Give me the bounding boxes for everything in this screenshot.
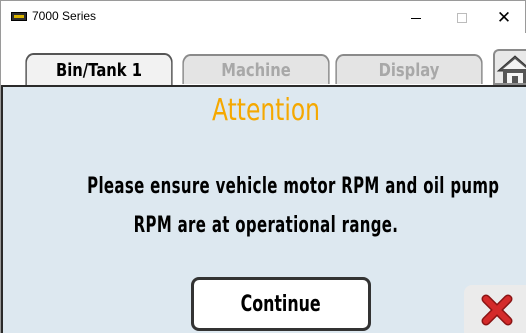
attention-dialog: Attention Please ensure vehicle motor RP… (1, 85, 526, 333)
red-x-icon (481, 294, 512, 326)
continue-label: Continue (240, 291, 322, 317)
minimize-button[interactable] (393, 1, 439, 34)
minimize-icon (411, 18, 421, 19)
cancel-button[interactable] (464, 285, 526, 333)
maximize-icon (457, 12, 467, 23)
dialog-heading: Attention (211, 93, 321, 128)
tab-bin-tank-1[interactable]: Bin/Tank 1 (25, 53, 173, 85)
home-icon (496, 55, 526, 83)
tab-machine[interactable]: Machine (182, 54, 330, 84)
dialog-message: Please ensure vehicle motor RPM and oil … (87, 167, 500, 245)
maximize-button[interactable] (439, 1, 485, 34)
tab-label: Display (378, 59, 440, 81)
close-icon: ✕ (496, 8, 512, 27)
app-icon (11, 12, 27, 21)
app-body: Bin/Tank 1 Machine Display Attention Ple… (0, 33, 526, 333)
close-button[interactable]: ✕ (481, 1, 526, 34)
tab-label: Machine (221, 59, 291, 81)
tab-label: Bin/Tank 1 (55, 59, 143, 81)
message-line-2: RPM are at operational range. (133, 213, 399, 238)
window-title: 7000 Series (32, 9, 97, 23)
tab-display[interactable]: Display (335, 54, 483, 84)
home-button[interactable] (493, 49, 526, 85)
message-line-1: Please ensure vehicle motor RPM and oil … (87, 174, 500, 199)
continue-button[interactable]: Continue (191, 277, 371, 331)
window-titlebar: 7000 Series ✕ (0, 0, 526, 33)
